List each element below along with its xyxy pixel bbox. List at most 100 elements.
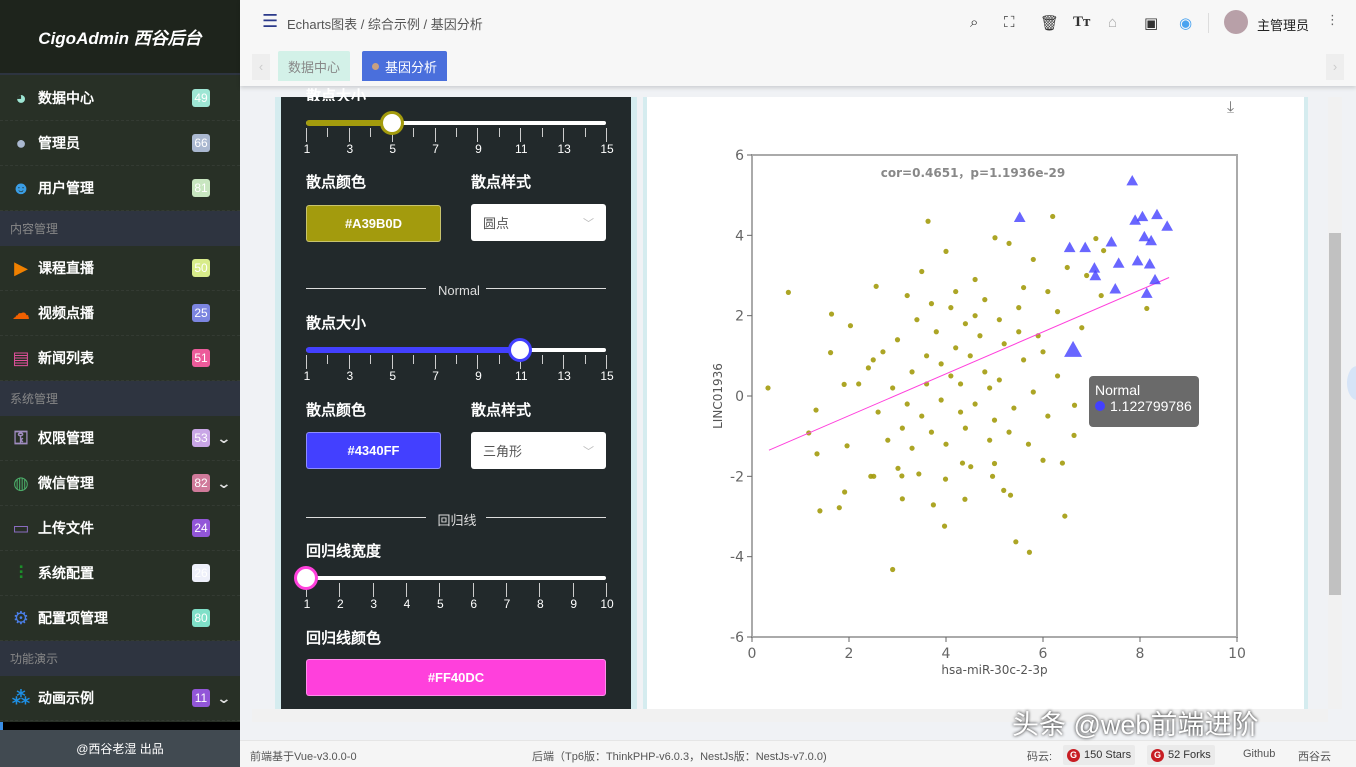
normal-point bbox=[1063, 241, 1076, 253]
watermark: 头条 @web前端进阶 bbox=[1012, 710, 1259, 740]
vertical-scrollbar[interactable] bbox=[1328, 97, 1342, 709]
footer: 前端基于Vue-v3.0.0-0 后端（Tp6版：ThinkPHP-v6.0.3… bbox=[240, 740, 1356, 767]
tumor-point bbox=[875, 409, 881, 415]
tumor-point bbox=[959, 460, 966, 466]
normal-point bbox=[1105, 236, 1118, 247]
xigu-link[interactable]: 西谷云 bbox=[1298, 748, 1331, 764]
tumor-point bbox=[828, 311, 835, 317]
tooltip-marker bbox=[1095, 401, 1105, 411]
tumor-point bbox=[943, 248, 949, 254]
tumor-point bbox=[813, 407, 819, 413]
normal-point bbox=[1151, 208, 1163, 220]
tumor-point bbox=[873, 283, 879, 289]
y-tick-label: -4 bbox=[730, 550, 744, 566]
tumor-point bbox=[992, 235, 998, 241]
tumor-point bbox=[943, 441, 949, 447]
tumor-point bbox=[885, 437, 891, 443]
tumor-point bbox=[836, 505, 842, 511]
tumor-point bbox=[948, 305, 954, 311]
tumor-point bbox=[765, 385, 771, 391]
tumor-point bbox=[909, 445, 915, 451]
tumor-point bbox=[1071, 402, 1078, 408]
x-axis-label: hsa-miR-30c-2-3p bbox=[941, 663, 1047, 677]
x-tick-label: 4 bbox=[942, 646, 951, 662]
tumor-point bbox=[933, 329, 939, 335]
tumor-point bbox=[894, 337, 901, 343]
normal-point bbox=[1109, 283, 1122, 294]
tumor-point bbox=[1007, 492, 1014, 498]
tumor-point bbox=[1030, 389, 1036, 395]
tumor-point bbox=[938, 397, 944, 403]
tumor-point bbox=[841, 381, 847, 387]
normal-point bbox=[1064, 340, 1083, 357]
tumor-point bbox=[1098, 292, 1104, 299]
correlation-annotation: cor=0.4651，p=1.1936e-29 bbox=[881, 166, 1065, 180]
tumor-point bbox=[938, 361, 944, 367]
gitee-stars-button[interactable]: G 150 Stars bbox=[1063, 745, 1136, 765]
tumor-point bbox=[1084, 272, 1090, 279]
gitee-icon: G bbox=[1151, 748, 1164, 762]
tumor-point bbox=[972, 401, 978, 407]
tumor-point bbox=[1006, 429, 1012, 435]
tumor-point bbox=[991, 417, 998, 423]
tumor-point bbox=[987, 385, 993, 391]
tumor-point bbox=[865, 365, 872, 371]
tumor-point bbox=[899, 473, 905, 479]
tumor-point bbox=[1071, 432, 1077, 438]
x-tick-label: 6 bbox=[1039, 646, 1048, 662]
tumor-point bbox=[1016, 305, 1022, 311]
tumor-point bbox=[1054, 309, 1061, 315]
x-tick-label: 2 bbox=[845, 646, 854, 662]
tumor-point bbox=[914, 317, 920, 323]
tumor-point bbox=[890, 385, 896, 391]
tumor-point bbox=[1040, 457, 1046, 463]
y-tick-label: -2 bbox=[730, 469, 744, 485]
tumor-point bbox=[1030, 256, 1036, 263]
tumor-point bbox=[928, 429, 935, 435]
x-tick-label: 10 bbox=[1228, 646, 1246, 662]
normal-point bbox=[1088, 262, 1101, 273]
tumor-point bbox=[842, 489, 848, 495]
normal-point bbox=[1079, 241, 1092, 253]
frontend-version: 前端基于Vue-v3.0.0-0 bbox=[250, 751, 357, 763]
tumor-point bbox=[919, 268, 925, 275]
tumor-point bbox=[924, 353, 930, 359]
tumor-point bbox=[899, 425, 905, 431]
tumor-point bbox=[962, 425, 969, 431]
tumor-point bbox=[1144, 305, 1150, 312]
gitee-forks-button[interactable]: G 52 Forks bbox=[1147, 745, 1215, 765]
tumor-point bbox=[957, 409, 964, 415]
tumor-point bbox=[1050, 213, 1056, 220]
tumor-point bbox=[814, 451, 820, 457]
tumor-point bbox=[856, 381, 862, 387]
scrollbar-thumb[interactable] bbox=[1329, 233, 1341, 595]
tumor-point bbox=[972, 276, 978, 283]
tumor-point bbox=[982, 297, 988, 303]
tumor-point bbox=[953, 288, 959, 295]
tumor-point bbox=[942, 476, 949, 482]
tumor-point bbox=[977, 333, 983, 339]
tumor-point bbox=[1011, 405, 1017, 411]
github-link[interactable]: Github bbox=[1243, 748, 1275, 760]
x-tick-label: 8 bbox=[1136, 646, 1145, 662]
tumor-point bbox=[817, 508, 823, 514]
tumor-point bbox=[1079, 325, 1085, 331]
tumor-point bbox=[925, 218, 931, 224]
tumor-point bbox=[909, 369, 915, 375]
normal-point bbox=[1143, 258, 1156, 269]
tumor-point bbox=[844, 443, 850, 449]
gitee-icon: G bbox=[1067, 748, 1080, 762]
tumor-point bbox=[895, 465, 901, 471]
tumor-point bbox=[880, 349, 886, 355]
tumor-point bbox=[928, 301, 935, 307]
tumor-point bbox=[1006, 240, 1012, 246]
tumor-point bbox=[890, 566, 896, 573]
tumor-point bbox=[847, 323, 854, 329]
normal-point bbox=[1136, 210, 1149, 222]
y-tick-label: -6 bbox=[730, 630, 744, 646]
y-tick-label: 0 bbox=[735, 389, 744, 405]
y-tick-label: 6 bbox=[735, 148, 744, 164]
tumor-point bbox=[785, 289, 791, 295]
tumor-point bbox=[1101, 247, 1107, 254]
tumor-point bbox=[1026, 549, 1033, 555]
